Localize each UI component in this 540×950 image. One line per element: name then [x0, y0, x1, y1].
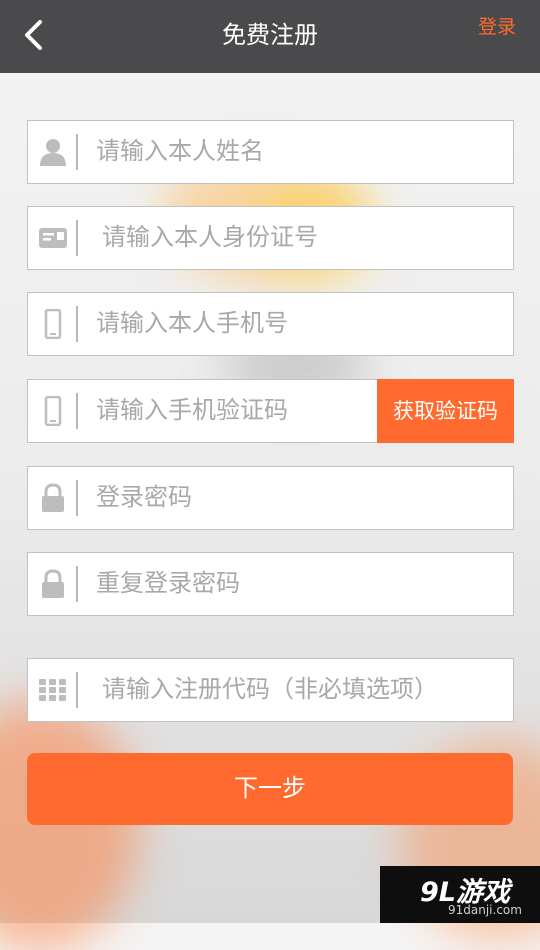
- id-number-field[interactable]: 请输入本人身份证号: [27, 206, 514, 270]
- field-separator: [76, 566, 78, 602]
- name-placeholder: 请输入本人姓名: [96, 137, 264, 165]
- confirm-password-placeholder: 重复登录密码: [96, 569, 240, 597]
- password-placeholder: 登录密码: [96, 483, 192, 511]
- id-card-icon: [39, 228, 67, 248]
- name-field[interactable]: 请输入本人姓名: [27, 120, 514, 184]
- background-blur-orange-bottom-left: [0, 700, 140, 950]
- registration-code-placeholder: 请输入注册代码（非必填选项）: [102, 675, 438, 703]
- watermark-url: 91danji.com: [448, 903, 522, 917]
- lock-icon: [42, 569, 64, 598]
- phone-icon: [44, 309, 62, 339]
- login-link[interactable]: 登录: [478, 12, 516, 39]
- verification-code-field[interactable]: 请输入手机验证码 获取验证码: [27, 379, 514, 443]
- field-separator: [76, 672, 78, 708]
- nav-header: 免费注册 登录: [0, 0, 540, 73]
- lock-icon: [42, 483, 64, 512]
- phone-icon: [44, 396, 62, 426]
- field-separator: [76, 480, 78, 516]
- person-icon: [40, 139, 66, 166]
- confirm-password-field[interactable]: 重复登录密码: [27, 552, 514, 616]
- password-field[interactable]: 登录密码: [27, 466, 514, 530]
- phone-field[interactable]: 请输入本人手机号: [27, 292, 514, 356]
- field-separator: [76, 134, 78, 170]
- verification-code-placeholder: 请输入手机验证码: [96, 396, 288, 424]
- get-verification-code-button[interactable]: 获取验证码: [377, 379, 514, 443]
- phone-placeholder: 请输入本人手机号: [96, 309, 288, 337]
- next-step-button[interactable]: 下一步: [27, 753, 513, 825]
- keypad-icon: [39, 679, 66, 701]
- id-number-placeholder: 请输入本人身份证号: [102, 223, 318, 251]
- site-watermark: 9L游戏 91danji.com: [380, 866, 540, 923]
- field-separator: [76, 393, 78, 429]
- page-title: 免费注册: [222, 21, 318, 49]
- registration-code-field[interactable]: 请输入注册代码（非必填选项）: [27, 658, 514, 722]
- field-separator: [76, 220, 78, 256]
- field-separator: [76, 306, 78, 342]
